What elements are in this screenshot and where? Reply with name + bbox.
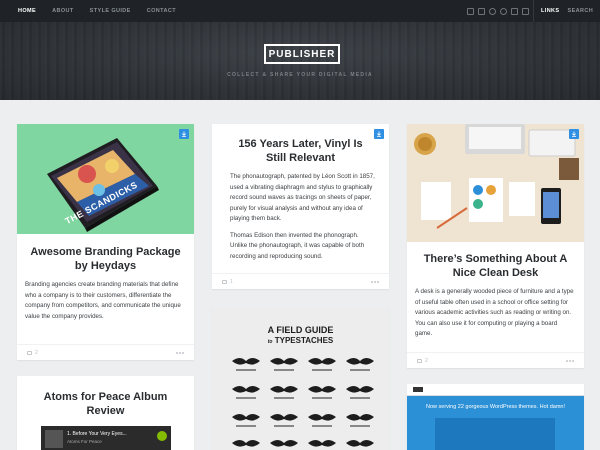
post-footer: 1	[212, 273, 389, 289]
rss-icon[interactable]	[511, 7, 518, 15]
bookmark-button[interactable]	[569, 129, 579, 139]
post-card-fieldguide[interactable]: A FIELD GUIDE to TYPESTACHES	[212, 307, 389, 450]
more-icon[interactable]	[176, 351, 184, 354]
comment-icon	[417, 358, 422, 363]
themes-screenshot[interactable]: Now serving 22 gorgeous WordPress themes…	[407, 384, 584, 450]
post-excerpt: Branding agencies create branding materi…	[25, 281, 181, 320]
post-title[interactable]: Atoms for Peace Album Review	[25, 390, 186, 418]
screenshot-headline: Now serving 22 gorgeous WordPress themes…	[426, 404, 565, 410]
nav-links[interactable]: LINKS	[541, 8, 560, 14]
top-navigation-bar: HOME ABOUT STYLE GUIDE CONTACT LINKS SEA…	[0, 0, 600, 22]
facebook-icon[interactable]	[478, 7, 485, 15]
linkedin-icon[interactable]	[522, 7, 529, 15]
post-excerpt: A desk is a generally wooded piece of fu…	[415, 288, 574, 337]
fieldguide-subtitle-text: TYPESTACHES	[274, 336, 334, 345]
nav-search[interactable]: SEARCH	[568, 8, 594, 14]
comment-icon	[27, 350, 32, 355]
logo-text: PUBLISHER	[268, 48, 336, 60]
comment-count[interactable]: 2	[417, 358, 428, 364]
bookmark-button[interactable]	[374, 129, 384, 139]
twitter-icon[interactable]	[467, 7, 474, 15]
post-title[interactable]: Awesome Branding Package by Heydays	[25, 245, 186, 273]
main-menu: HOME ABOUT STYLE GUIDE CONTACT	[18, 0, 176, 22]
post-excerpt: The phonautograph, patented by Léon Scot…	[230, 172, 375, 262]
comment-count[interactable]: 1	[222, 279, 233, 285]
mustache-illustrations	[232, 358, 374, 447]
download-icon	[182, 131, 186, 137]
screenshot-preview	[435, 418, 555, 450]
pinterest-icon[interactable]	[500, 7, 507, 15]
site-tagline: COLLECT & SHARE YOUR DIGITAL MEDIA	[227, 72, 373, 78]
site-header: PUBLISHER COLLECT & SHARE YOUR DIGITAL M…	[0, 22, 600, 100]
post-card-branding[interactable]: THE SCANDICKS Awesome Branding Package b…	[17, 124, 194, 360]
post-title[interactable]: 156 Years Later, Vinyl Is Still Relevant	[228, 137, 373, 165]
screenshot-logo	[413, 387, 423, 392]
player-artist: Atoms For Peace	[67, 439, 102, 444]
comment-count-value: 2	[425, 357, 428, 364]
more-icon[interactable]	[371, 280, 379, 283]
post-title[interactable]: There’s Something About A Nice Clean Des…	[415, 252, 576, 280]
nav-contact[interactable]: CONTACT	[147, 8, 176, 14]
desk-image[interactable]	[407, 124, 584, 242]
comment-count-value: 1	[230, 278, 233, 285]
nav-about[interactable]: ABOUT	[52, 8, 74, 14]
excerpt-paragraph-1: The phonautograph, patented by Léon Scot…	[230, 173, 375, 222]
nav-home[interactable]: HOME	[18, 8, 36, 14]
secondary-menu: LINKS SEARCH	[541, 0, 593, 22]
dribbble-icon[interactable]	[489, 7, 496, 15]
player-track: 1. Before Your Very Eyes...	[67, 431, 127, 437]
fieldguide-title: A FIELD GUIDE	[267, 325, 334, 335]
fieldguide-prefix: to	[267, 339, 273, 345]
more-icon[interactable]	[566, 359, 574, 362]
post-card-wordpress[interactable]: Now serving 22 gorgeous WordPress themes…	[407, 384, 584, 450]
music-player[interactable]: 1. Before Your Very Eyes... Atoms For Pe…	[41, 426, 171, 450]
nav-divider	[533, 0, 534, 22]
download-icon	[572, 131, 576, 137]
desk-photo-illustration	[407, 124, 584, 242]
comment-icon	[222, 279, 227, 284]
comment-count-value: 2	[35, 349, 38, 356]
post-footer: 2	[407, 352, 584, 368]
download-icon	[377, 131, 381, 137]
bookmark-button[interactable]	[179, 129, 189, 139]
comment-count[interactable]: 2	[27, 350, 38, 356]
branding-image[interactable]: THE SCANDICKS	[17, 124, 194, 234]
site-logo[interactable]: PUBLISHER	[264, 44, 340, 64]
spotify-icon[interactable]	[157, 431, 167, 441]
post-card-vinyl[interactable]: 156 Years Later, Vinyl Is Still Relevant…	[212, 124, 389, 289]
post-card-desk[interactable]: There’s Something About A Nice Clean Des…	[407, 124, 584, 368]
fieldguide-subtitle: to TYPESTACHES	[212, 336, 389, 345]
excerpt-paragraph-2: Thomas Edison then invented the phonogra…	[230, 231, 365, 260]
album-cover-illustration	[47, 138, 159, 232]
nav-style-guide[interactable]: STYLE GUIDE	[90, 8, 131, 14]
screenshot-navbar	[407, 384, 584, 396]
post-footer: 2	[17, 344, 194, 360]
social-links	[467, 0, 529, 22]
album-art	[45, 430, 63, 448]
post-card-atoms[interactable]: Atoms for Peace Album Review 1. Before Y…	[17, 376, 194, 450]
